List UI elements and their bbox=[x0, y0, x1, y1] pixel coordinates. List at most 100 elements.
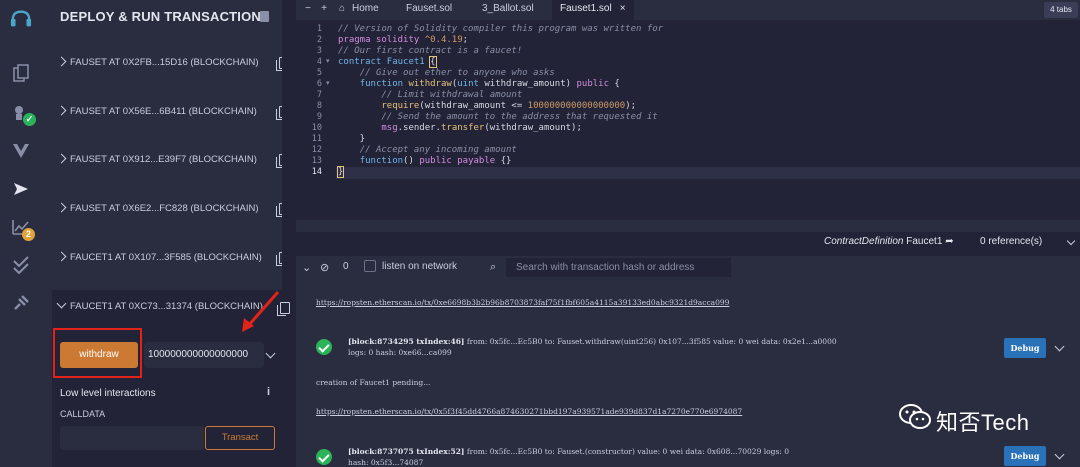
watermark-text: 知否Tech bbox=[936, 410, 1030, 435]
line-number: 12 bbox=[311, 145, 322, 155]
definition-bar: ContractDefinition Faucet1 ➦ 0 reference… bbox=[296, 232, 1080, 252]
remix-logo-icon[interactable] bbox=[10, 8, 32, 30]
chevron-down-icon[interactable] bbox=[265, 348, 276, 359]
instance-row[interactable]: FAUSET AT 0X912...E39F7 (BLOCKCHAIN) bbox=[52, 143, 292, 179]
instance-name: FAUCET1 AT 0XC73...31374 (BLOCKCHAIN) bbox=[70, 301, 263, 312]
panel-title: DEPLOY & RUN TRANSACTIONS bbox=[60, 9, 270, 24]
chevron-right-icon[interactable] bbox=[56, 56, 67, 67]
testing-icon[interactable] bbox=[10, 254, 32, 276]
line-number: 1 bbox=[316, 24, 322, 34]
close-icon[interactable]: × bbox=[620, 3, 626, 14]
fold-icon[interactable]: ▾ bbox=[326, 79, 330, 87]
line-number: 2 bbox=[316, 35, 322, 45]
chevron-down-icon[interactable] bbox=[56, 298, 67, 309]
transact-button[interactable]: Transact bbox=[205, 426, 275, 450]
tab-fauset[interactable]: Fauset.sol bbox=[398, 0, 460, 20]
instance-row[interactable]: FAUCET1 AT 0X107...3F585 (BLOCKCHAIN) bbox=[52, 241, 292, 277]
instance-row[interactable]: FAUSET AT 0X56E...6B411 (BLOCKCHAIN) bbox=[52, 95, 292, 131]
code-line: function withdraw(uint withdraw_amount) … bbox=[359, 79, 620, 89]
tx-details: from: 0x5fc...Ec5B0 to: Fauset.withdraw(… bbox=[466, 337, 837, 346]
red-arrow-annotation bbox=[242, 291, 280, 332]
clear-console-icon[interactable]: ⊘ bbox=[320, 261, 329, 274]
analysis-icon[interactable]: 2 bbox=[10, 216, 35, 241]
instance-row[interactable]: FAUSET AT 0X2FB...15D16 (BLOCKCHAIN) bbox=[52, 46, 292, 82]
chevron-right-icon[interactable] bbox=[56, 202, 67, 213]
code-editor[interactable]: 1 2 3 4 ▾ 5 6 ▾ 7 8 9 10 11 12 13 14 // … bbox=[296, 20, 1080, 232]
terminal-search-input[interactable]: Search with transaction hash or address bbox=[506, 258, 731, 277]
tx-log-entry[interactable]: [block:8737075 txIndex:52] from: 0x5fc..… bbox=[348, 446, 789, 467]
info-icon[interactable]: i bbox=[267, 386, 270, 398]
code-line: } bbox=[336, 166, 345, 178]
tx-hash-line: hash: 0x5f3...74087 bbox=[348, 458, 424, 467]
file-explorer-icon[interactable] bbox=[10, 62, 32, 84]
instance-name: FAUSET AT 0X2FB...15D16 (BLOCKCHAIN) bbox=[70, 57, 259, 68]
zoom-out-icon[interactable]: − bbox=[302, 3, 314, 15]
chevron-right-icon[interactable] bbox=[56, 153, 67, 164]
terminal-header: ⌄ ⊘ 0 listen on network ⌕ Search with tr… bbox=[296, 256, 1080, 280]
chevron-down-icon[interactable] bbox=[1054, 341, 1065, 352]
instance-name: FAUSET AT 0X56E...6B411 (BLOCKCHAIN) bbox=[70, 106, 257, 117]
editor-horizontal-scrollbar[interactable] bbox=[296, 220, 1080, 232]
tab-fauset1[interactable]: Fauset1.sol × bbox=[552, 0, 634, 20]
search-icon: ⌕ bbox=[490, 261, 497, 273]
calldata-label: CALLDATA bbox=[60, 409, 106, 419]
code-line: contract Faucet1 { bbox=[338, 56, 437, 68]
zoom-in-icon[interactable]: + bbox=[318, 3, 330, 15]
tx-details: from: 0x5fc...Ec5B0 to: Fauset.(construc… bbox=[466, 447, 789, 456]
withdraw-button[interactable]: withdraw bbox=[60, 342, 138, 368]
listen-network-checkbox[interactable] bbox=[364, 260, 376, 272]
vyper-icon[interactable] bbox=[10, 140, 32, 162]
analysis-badge: 2 bbox=[22, 228, 35, 241]
instance-row[interactable]: FAUSET AT 0X6E2...FC828 (BLOCKCHAIN) bbox=[52, 192, 292, 228]
collapse-terminal-icon[interactable]: ⌄ bbox=[302, 261, 311, 274]
definition-name: Faucet1 bbox=[906, 236, 943, 247]
debug-button[interactable]: Debug bbox=[1004, 446, 1046, 466]
tx-log-entry[interactable]: [block:8734295 txIndex:46] from: 0x5fc..… bbox=[348, 336, 837, 358]
code-line: // Send the amount to the address that r… bbox=[381, 112, 658, 122]
tabs-count[interactable]: 4 tabs bbox=[1044, 2, 1078, 18]
tab-ballot[interactable]: 3_Ballot.sol bbox=[474, 0, 542, 20]
line-gutter: 1 2 3 4 ▾ 5 6 ▾ 7 8 9 10 11 12 13 14 bbox=[296, 20, 336, 232]
line-number: 3 bbox=[316, 46, 322, 56]
listen-network-label: listen on network bbox=[382, 261, 458, 272]
editor-tab-bar: − + ⌂ Home Fauset.sol 3_Ballot.sol Fause… bbox=[296, 0, 1080, 20]
fold-icon[interactable]: ▾ bbox=[326, 57, 330, 65]
code-line: // Accept any incoming amount bbox=[359, 145, 517, 155]
line-number: 4 bbox=[316, 57, 322, 67]
line-number: 7 bbox=[316, 90, 322, 100]
goto-definition-icon[interactable]: ➦ bbox=[945, 236, 953, 247]
tx-link[interactable]: https://ropsten.etherscan.io/tx/0xe6698b… bbox=[316, 298, 729, 307]
compile-success-icon: ✓ bbox=[23, 113, 36, 126]
tx-link[interactable]: https://ropsten.etherscan.io/tx/0x5f3f45… bbox=[316, 407, 742, 416]
block-info: [block:8734295 txIndex:46] bbox=[348, 337, 465, 346]
plugin-manager-icon[interactable] bbox=[10, 292, 32, 314]
withdraw-amount-input[interactable]: 100000000000000000 bbox=[144, 342, 264, 368]
debug-button[interactable]: Debug bbox=[1004, 338, 1046, 358]
contract-definition[interactable]: ContractDefinition Faucet1 ➦ bbox=[824, 236, 954, 247]
code-line: // Give out ether to anyone who asks bbox=[359, 68, 555, 78]
line-number: 9 bbox=[316, 112, 322, 122]
instance-name: FAUSET AT 0X912...E39F7 (BLOCKCHAIN) bbox=[70, 154, 257, 165]
remix-ide-window: ✓ 2 DEPLOY & RUN TRANSACTIONS FAUSET AT … bbox=[0, 0, 1080, 467]
panel-scrollbar[interactable] bbox=[282, 0, 296, 467]
success-check-icon bbox=[316, 339, 332, 355]
success-check-icon bbox=[316, 449, 332, 465]
deploy-run-icon[interactable] bbox=[10, 178, 32, 200]
line-number: 11 bbox=[311, 134, 322, 144]
compiler-icon[interactable]: ✓ bbox=[10, 102, 36, 126]
wechat-icon bbox=[899, 404, 931, 429]
tx-hash-line: logs: 0 hash: 0xe66...ca099 bbox=[348, 348, 452, 357]
code-line: require(withdraw_amount <= 1000000000000… bbox=[381, 101, 637, 111]
calldata-input[interactable] bbox=[60, 426, 204, 450]
tab-home[interactable]: Home bbox=[344, 0, 387, 20]
code-line: // Limit withdrawal amount bbox=[381, 90, 523, 100]
line-number: 10 bbox=[311, 123, 322, 133]
tab-label: Fauset1.sol bbox=[560, 3, 612, 14]
chevron-down-icon[interactable] bbox=[1066, 236, 1076, 246]
chevron-right-icon[interactable] bbox=[56, 105, 67, 116]
pending-message: creation of Faucet1 pending... bbox=[316, 378, 431, 387]
chevron-right-icon[interactable] bbox=[56, 251, 67, 262]
docs-icon[interactable] bbox=[260, 11, 269, 22]
line-number: 5 bbox=[316, 68, 322, 78]
chevron-down-icon[interactable] bbox=[1054, 449, 1065, 460]
